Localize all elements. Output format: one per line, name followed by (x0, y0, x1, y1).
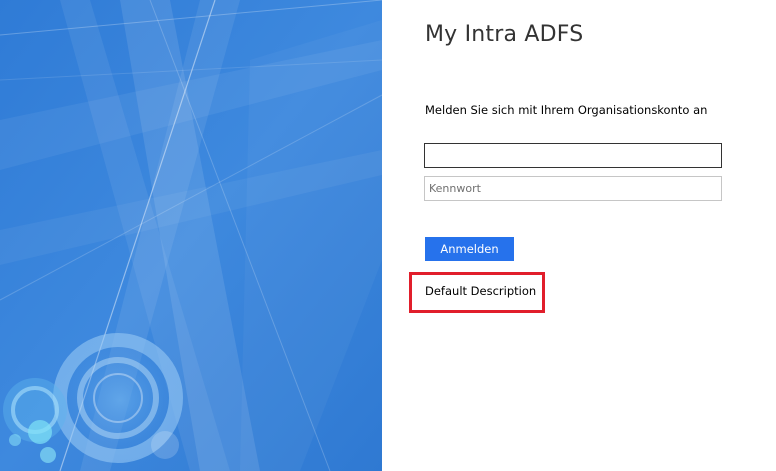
page-title: My Intra ADFS (425, 22, 584, 47)
password-input[interactable] (424, 176, 722, 201)
illustration-panel (0, 0, 382, 471)
username-input[interactable] (424, 143, 722, 168)
description-text: Default Description (425, 284, 537, 298)
abstract-rings-illustration-icon (0, 0, 382, 471)
adfs-sign-in-page: My Intra ADFS Melden Sie sich mit Ihrem … (0, 0, 776, 471)
sign-in-button[interactable]: Anmelden (425, 237, 514, 261)
sign-in-content: My Intra ADFS Melden Sie sich mit Ihrem … (382, 0, 776, 471)
sign-in-instructions: Melden Sie sich mit Ihrem Organisationsk… (425, 103, 708, 117)
